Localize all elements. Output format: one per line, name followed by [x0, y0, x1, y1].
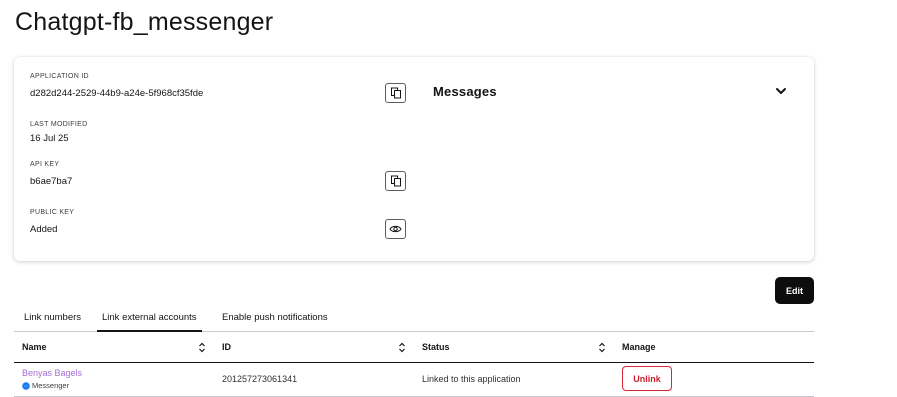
account-id: 201257273061341 — [222, 374, 298, 384]
public-key-label: PUBLIC KEY — [30, 209, 75, 216]
messenger-icon — [22, 381, 30, 390]
column-header-id: ID — [222, 342, 231, 352]
application-id-label: APPLICATION ID — [30, 73, 89, 80]
account-platform-label: Messenger — [32, 381, 70, 390]
api-key-value: b6ae7ba7 — [30, 176, 73, 187]
view-public-key-button[interactable] — [385, 219, 406, 239]
copy-icon — [390, 87, 401, 99]
api-key-label: API KEY — [30, 161, 60, 168]
public-key-value: Added — [30, 224, 58, 235]
copy-icon — [390, 175, 401, 187]
sort-icon[interactable] — [198, 342, 206, 353]
messages-capability-title: Messages — [433, 84, 497, 99]
table-row: Benyas Bagels Messenger 201257273061341 … — [14, 363, 814, 397]
last-modified-value: 16 Jul 25 — [30, 133, 69, 144]
last-modified-label: LAST MODIFIED — [30, 121, 88, 128]
page-title: Chatgpt-fb_messenger — [15, 8, 274, 36]
column-header-name: Name — [22, 342, 47, 352]
tab-link-numbers[interactable]: Link numbers — [19, 312, 86, 332]
eye-icon — [389, 225, 402, 233]
chevron-down-icon[interactable] — [774, 85, 788, 97]
tab-link-external-accounts[interactable]: Link external accounts — [97, 312, 202, 332]
account-platform: Messenger — [22, 381, 69, 390]
edit-button[interactable]: Edit — [775, 277, 814, 304]
tab-bar: Link numbers Link external accounts Enab… — [14, 309, 814, 332]
table-header: Name ID Status Manage — [14, 334, 814, 363]
application-details-card: APPLICATION ID d282d244-2529-44b9-a24e-5… — [14, 57, 814, 261]
copy-api-key-button[interactable] — [385, 171, 406, 191]
external-accounts-table: Name ID Status Manage Benyas Bagels Mess… — [14, 334, 814, 397]
copy-application-id-button[interactable] — [385, 83, 406, 103]
column-header-status: Status — [422, 342, 450, 352]
account-name-link[interactable]: Benyas Bagels — [22, 368, 82, 378]
application-id-value: d282d244-2529-44b9-a24e-5f968cf35fde — [30, 88, 204, 99]
unlink-button[interactable]: Unlink — [622, 366, 672, 391]
sort-icon[interactable] — [398, 342, 406, 353]
account-status: Linked to this application — [422, 374, 521, 384]
tab-enable-push-notifications[interactable]: Enable push notifications — [217, 312, 333, 332]
column-header-manage: Manage — [622, 342, 656, 352]
sort-icon[interactable] — [598, 342, 606, 353]
